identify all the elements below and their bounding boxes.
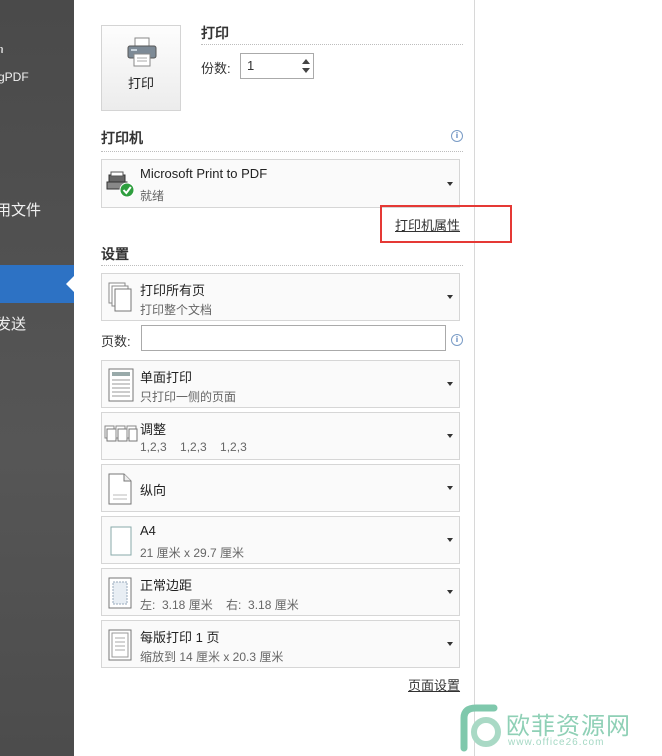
margins-dropdown[interactable]: 正常边距 左: 3.18 厘米 右: 3.18 厘米 xyxy=(101,568,460,616)
highlight-box xyxy=(380,205,512,243)
margins-subtitle: 左: 3.18 厘米 右: 3.18 厘米 xyxy=(140,598,299,612)
sides-title: 单面打印 xyxy=(140,370,193,385)
collate-dropdown[interactable]: 调整 1,2,3 1,2,3 1,2,3 xyxy=(101,412,460,460)
pages-icon xyxy=(108,282,132,312)
page-setup-link[interactable]: 页面设置 xyxy=(408,675,460,694)
check-icon xyxy=(119,182,135,198)
single-sided-icon xyxy=(108,368,134,402)
orientation-dropdown[interactable]: 纵向 xyxy=(101,464,460,512)
paper-size-dropdown[interactable]: A4 21 厘米 x 29.7 厘米 xyxy=(101,516,460,564)
backstage-sidebar: ካ gPDF 用文件 发送 xyxy=(0,0,74,756)
pages-per-sheet-subtitle: 缩放到 14 厘米 x 20.3 厘米 xyxy=(140,650,284,664)
printer-title-divider xyxy=(101,151,463,152)
copies-stepper[interactable]: 1 xyxy=(240,53,314,79)
info-icon[interactable]: i xyxy=(451,130,463,142)
copies-value: 1 xyxy=(247,58,255,73)
paper-size-title: A4 xyxy=(140,523,156,538)
print-preview-area xyxy=(475,0,662,756)
paper-icon xyxy=(110,526,132,556)
paper-size-subtitle: 21 厘米 x 29.7 厘米 xyxy=(140,546,245,560)
pages-per-sheet-title: 每版打印 1 页 xyxy=(140,630,220,645)
chevron-down-icon xyxy=(447,295,453,299)
pages-per-sheet-dropdown[interactable]: 每版打印 1 页 缩放到 14 厘米 x 20.3 厘米 xyxy=(101,620,460,668)
sidebar-item-pdf[interactable]: gPDF xyxy=(0,70,29,84)
portrait-icon xyxy=(108,473,132,505)
print-button-label: 打印 xyxy=(127,76,154,91)
watermark-text: 欧菲资源网 xyxy=(506,713,631,740)
margins-icon xyxy=(108,577,132,609)
watermark-url: www.office26.com xyxy=(508,737,605,748)
printer-status: 就绪 xyxy=(140,189,165,203)
printer-icon xyxy=(106,171,135,198)
sidebar-item-send[interactable]: 发送 xyxy=(0,313,26,334)
print-range-subtitle: 打印整个文档 xyxy=(140,303,213,317)
chevron-down-icon xyxy=(447,382,453,386)
printer-section-title: 打印机 xyxy=(101,130,143,146)
print-range-dropdown[interactable]: 打印所有页 打印整个文档 xyxy=(101,273,460,321)
spin-arrows-icon[interactable] xyxy=(301,56,311,76)
chevron-down-icon xyxy=(447,590,453,594)
printer-name: Microsoft Print to PDF xyxy=(140,166,268,181)
settings-section-title: 设置 xyxy=(101,246,129,262)
sidebar-item-recent-files[interactable]: 用文件 xyxy=(0,199,41,220)
printer-dropdown[interactable]: Microsoft Print to PDF 就绪 xyxy=(101,159,460,208)
printer-icon xyxy=(127,37,157,67)
watermark-logo: 欧菲资源网 www.office26.com xyxy=(456,704,656,752)
collate-subtitle: 1,2,3 1,2,3 1,2,3 xyxy=(140,440,247,454)
collate-icon xyxy=(104,425,138,442)
info-icon[interactable]: i xyxy=(451,334,463,346)
copies-label: 份数: xyxy=(201,61,231,76)
sides-subtitle: 只打印一侧的页面 xyxy=(140,390,237,404)
print-button[interactable]: 打印 xyxy=(101,25,181,111)
pages-per-sheet-icon xyxy=(108,629,132,661)
orientation-title: 纵向 xyxy=(140,483,167,498)
margins-title: 正常边距 xyxy=(140,578,193,593)
chevron-down-icon xyxy=(447,642,453,646)
chevron-down-icon xyxy=(447,486,453,490)
settings-title-divider xyxy=(101,265,463,266)
print-title-divider xyxy=(201,44,463,45)
print-section-title: 打印 xyxy=(201,25,229,41)
watermark-logo-icon xyxy=(460,704,501,752)
chevron-down-icon xyxy=(447,538,453,542)
pages-label: 页数: xyxy=(101,334,131,349)
active-indicator-notch xyxy=(66,276,74,292)
pages-input[interactable] xyxy=(141,325,446,351)
print-settings-panel: 打印 打印 份数: 1 打印机 i Microsoft Print to PDF… xyxy=(74,0,475,756)
print-range-title: 打印所有页 xyxy=(140,283,206,298)
chevron-down-icon xyxy=(447,434,453,438)
chevron-down-icon xyxy=(447,181,453,186)
collate-title: 调整 xyxy=(140,422,167,437)
sidebar-item-partial[interactable]: ካ xyxy=(0,42,4,57)
sidebar-item-print-active[interactable] xyxy=(0,265,74,303)
sides-dropdown[interactable]: 单面打印 只打印一侧的页面 xyxy=(101,360,460,408)
